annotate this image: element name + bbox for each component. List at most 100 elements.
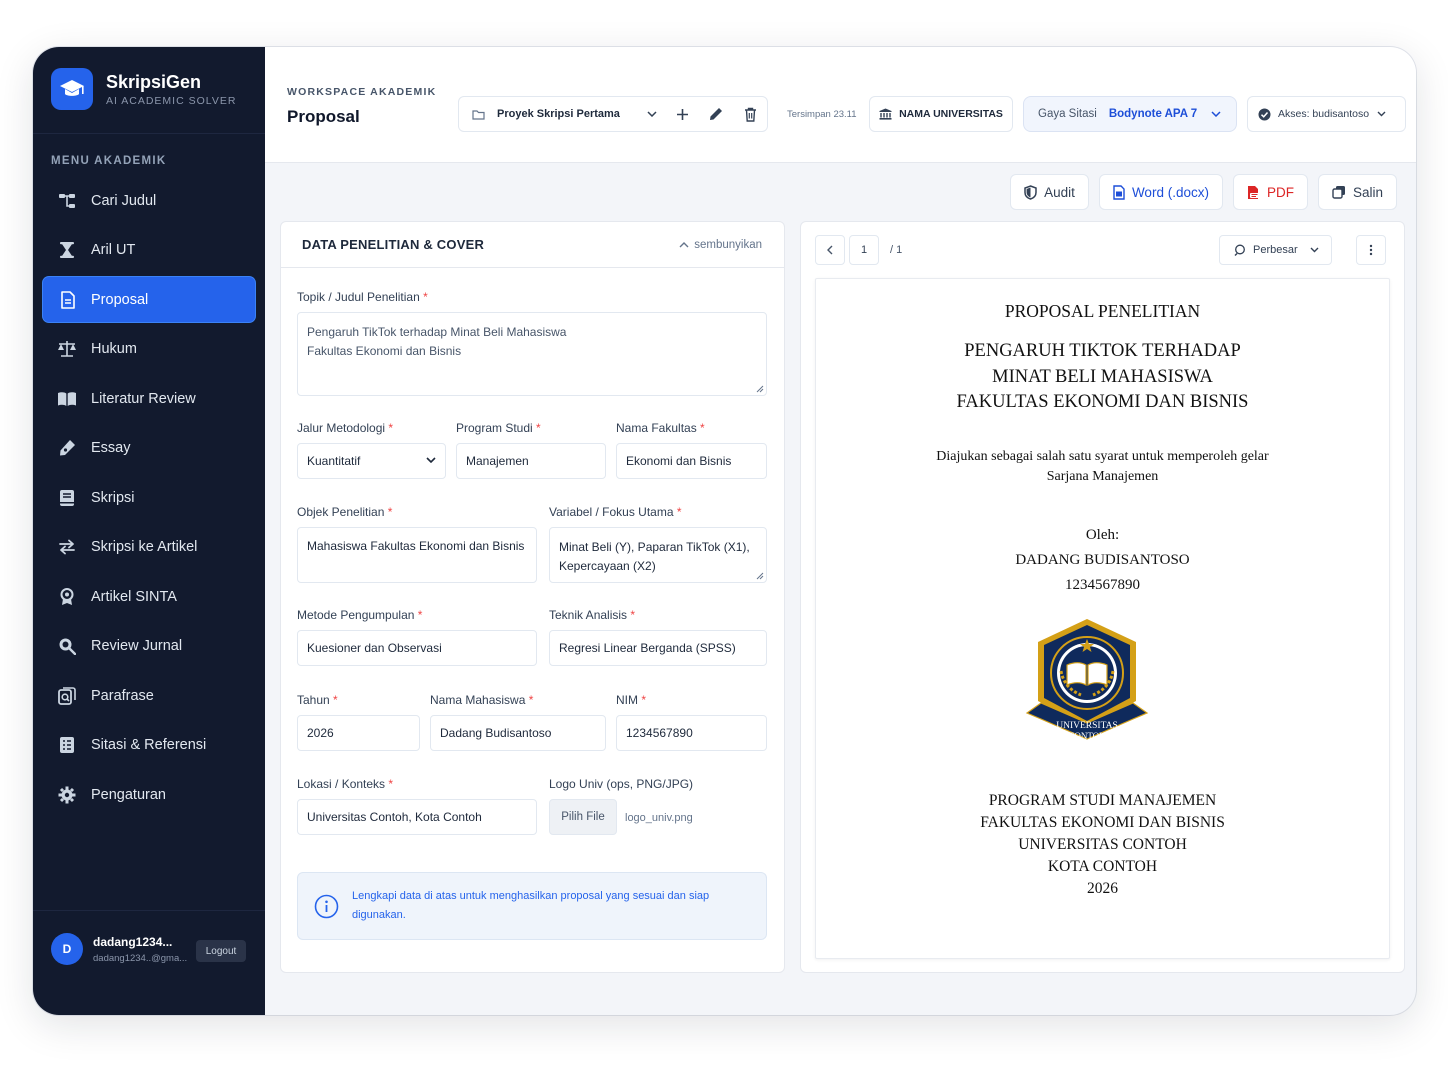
audit-button[interactable]: Audit [1010, 174, 1089, 210]
faculty-input[interactable]: Ekonomi dan Bisnis [616, 443, 767, 479]
topic-textarea[interactable]: Pengaruh TikTok terhadap Minat Beli Maha… [297, 312, 767, 396]
faculty-label: Nama Fakultas * [616, 421, 705, 435]
rename-project-button[interactable] [699, 97, 733, 131]
doc-purpose-line: Sarjana Manajemen [1046, 469, 1159, 484]
sidebar-item-label: Pengaturan [91, 786, 166, 803]
pencil-icon [709, 107, 723, 121]
sidebar: SkripsiGen AI ACADEMIC SOLVER MENU AKADE… [33, 47, 265, 1015]
location-label-text: Lokasi / Konteks [297, 777, 386, 791]
object-label: Objek Penelitian * [297, 505, 392, 519]
student-name-input[interactable]: Dadang Budisantoso [430, 715, 606, 751]
chevron-up-icon [679, 241, 689, 248]
add-project-button[interactable] [665, 97, 699, 131]
page-number-input[interactable]: 1 [849, 235, 879, 265]
methodology-select[interactable]: Kuantitatif [297, 443, 446, 479]
required-mark: * [333, 693, 338, 707]
sidebar-item-parafrase[interactable]: Parafrase [43, 673, 255, 718]
location-input[interactable]: Universitas Contoh, Kota Contoh [297, 799, 537, 835]
study-program-input[interactable]: Manajemen [456, 443, 606, 479]
location-value: Universitas Contoh, Kota Contoh [307, 810, 482, 824]
variables-label: Variabel / Fokus Utama * [549, 505, 682, 519]
sidebar-item-pengaturan[interactable]: Pengaturan [43, 772, 255, 817]
export-pdf-button[interactable]: PDF [1232, 174, 1308, 210]
sidebar-item-label: Aril UT [91, 242, 136, 258]
copy-search-icon [57, 686, 77, 706]
resize-handle-icon[interactable] [756, 572, 764, 580]
university-button[interactable]: NAMA UNIVERSITAS [869, 96, 1013, 132]
tree-icon [57, 191, 77, 211]
student-name-label-text: Nama Mahasiswa [430, 693, 526, 707]
object-value: Mahasiswa Fakultas Ekonomi dan Bisnis [307, 539, 525, 553]
sidebar-item-sitasi-referensi[interactable]: Sitasi & Referensi [43, 723, 255, 768]
logo-label: Logo Univ (ops, PNG/JPG) [549, 777, 694, 791]
analysis-input[interactable]: Regresi Linear Berganda (SPSS) [549, 630, 767, 666]
year-value: 2026 [307, 726, 334, 740]
sidebar-item-review-jurnal[interactable]: Review Jurnal [43, 624, 255, 669]
analysis-label: Teknik Analisis * [549, 608, 635, 622]
page-title: Proposal [287, 107, 360, 126]
sidebar-item-aril-ut[interactable]: Aril UT [43, 228, 255, 273]
gear-icon [57, 785, 77, 805]
citation-style-select[interactable]: Gaya Sitasi Bodynote APA 7 [1023, 96, 1237, 132]
choose-file-button[interactable]: Pilih File [549, 799, 617, 835]
brand-tagline: AI ACADEMIC SOLVER [106, 94, 237, 107]
user-profile[interactable]: D dadang1234... dadang1234..@gma... [51, 933, 189, 965]
sidebar-item-artikel-sinta[interactable]: Artikel SINTA [43, 574, 255, 619]
year-input[interactable]: 2026 [297, 715, 420, 751]
seal-text: UNIVERSITAS [1056, 721, 1118, 731]
object-input[interactable]: Mahasiswa Fakultas Ekonomi dan Bisnis [297, 527, 537, 583]
zoom-label: Perbesar [1253, 244, 1298, 256]
required-mark: * [423, 290, 428, 304]
app-window: SkripsiGen AI ACADEMIC SOLVER MENU AKADE… [33, 47, 1416, 1015]
sidebar-item-literatur-review[interactable]: Literatur Review [43, 376, 255, 421]
access-select[interactable]: Akses: budisantoso [1247, 96, 1406, 132]
sidebar-item-hukum[interactable]: Hukum [43, 327, 255, 372]
nim-input[interactable]: 1234567890 [616, 715, 767, 751]
student-name-value: Dadang Budisantoso [440, 726, 552, 740]
bank-icon [879, 108, 892, 120]
brand[interactable]: SkripsiGen AI ACADEMIC SOLVER [51, 68, 236, 110]
sidebar-item-proposal[interactable]: Proposal [43, 277, 255, 322]
faculty-label-text: Nama Fakultas [616, 421, 697, 435]
file-name: logo_univ.png [625, 812, 693, 824]
sidebar-item-skripsi-ke-artikel[interactable]: Skripsi ke Artikel [43, 525, 255, 570]
sidebar-item-label: Sitasi & Referensi [91, 737, 207, 753]
info-text: Lengkapi data di atas untuk menghasilkan… [352, 890, 710, 921]
doc-title-line: FAKULTAS EKONOMI DAN BISNIS [956, 392, 1249, 412]
faculty-value: Ekonomi dan Bisnis [626, 454, 732, 468]
doc-footer-line: FAKULTAS EKONOMI DAN BISNIS [980, 814, 1225, 831]
sidebar-item-skripsi[interactable]: Skripsi [43, 475, 255, 520]
variables-textarea[interactable]: Minat Beli (Y), Paparan TikTok (X1), Kep… [549, 527, 767, 583]
required-mark: * [528, 693, 534, 707]
required-mark: * [630, 608, 636, 622]
more-options-button[interactable] [1356, 235, 1386, 265]
zoom-icon [1234, 244, 1246, 256]
export-word-button[interactable]: Word (.docx) [1098, 174, 1223, 210]
seal-text: CONTOH [1068, 731, 1106, 741]
copy-label: Salin [1352, 184, 1383, 200]
chevron-down-icon [1310, 247, 1319, 253]
sidebar-divider [33, 910, 265, 911]
project-select[interactable]: Proyek Skripsi Pertama [459, 97, 665, 131]
required-mark: * [388, 777, 394, 791]
sidebar-item-label: Review Jurnal [91, 638, 183, 654]
prev-page-button[interactable] [815, 235, 845, 265]
zoom-button[interactable]: Perbesar [1219, 235, 1332, 265]
toggle-label: sembunyikan [694, 238, 762, 251]
logout-button[interactable]: Logout [196, 940, 246, 962]
sidebar-item-label: Essay [91, 440, 131, 456]
chevron-down-icon [426, 457, 436, 463]
resize-handle-icon[interactable] [756, 385, 764, 393]
student-name-label: Nama Mahasiswa * [430, 693, 533, 707]
sidebar-item-cari-judul[interactable]: Cari Judul [43, 178, 255, 223]
sidebar-item-essay[interactable]: Essay [43, 426, 255, 471]
collection-input[interactable]: Kuesioner dan Observasi [297, 630, 537, 666]
workspace-label: WORKSPACE AKADEMIK [287, 86, 437, 98]
university-seal-logo: UNIVERSITAS CONTOH [1025, 619, 1149, 741]
required-mark: * [388, 421, 394, 435]
copy-button[interactable]: Salin [1317, 174, 1397, 210]
delete-project-button[interactable] [733, 97, 767, 131]
doc-author: DADANG BUDISANTOSO [1015, 552, 1190, 568]
hide-panel-toggle[interactable]: sembunyikan [679, 239, 762, 251]
word-label: Word (.docx) [1131, 184, 1209, 200]
